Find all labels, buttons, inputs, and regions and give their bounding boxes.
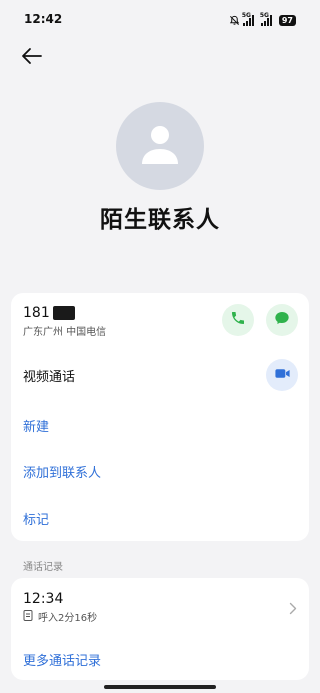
signal-icon: 5G: [241, 12, 254, 26]
signal-icon: 5G: [259, 12, 272, 26]
contact-card: 181 广东广州 中国电信 视频通话 新建 添加到联系人 标记: [11, 293, 309, 541]
call-log-duration: 呼入2分16秒: [38, 613, 98, 624]
video-call-label: 视频通话: [23, 370, 76, 385]
new-contact-link[interactable]: 新建: [23, 416, 49, 435]
phone-number[interactable]: 181: [23, 305, 75, 321]
arrow-left-icon: [20, 48, 44, 72]
add-to-contact-link[interactable]: 添加到联系人: [23, 462, 101, 481]
phone-icon: [230, 310, 246, 330]
contact-name: 陌生联系人: [100, 207, 220, 233]
call-button[interactable]: [222, 304, 254, 336]
more-call-logs-link[interactable]: 更多通话记录: [23, 650, 101, 669]
phone-number-text: 181: [23, 305, 50, 321]
redacted-digits: [52, 306, 75, 320]
sim1-network-tag: 5G: [241, 12, 251, 19]
call-log-card: 12:34 呼入2分16秒 更多通话记录: [11, 578, 309, 680]
status-bar: 12:42 5G 5G 97: [0, 0, 320, 38]
call-log-time: 12:34: [23, 591, 64, 607]
avatar: [116, 102, 204, 190]
video-call-button[interactable]: [266, 359, 298, 391]
message-button[interactable]: [266, 304, 298, 336]
sim2-network-tag: 5G: [259, 12, 269, 19]
message-icon: [274, 310, 290, 330]
mark-number-link[interactable]: 标记: [23, 509, 49, 528]
person-icon: [136, 120, 184, 172]
bell-muted-icon: [229, 11, 240, 30]
status-icons: 5G 5G 97: [229, 11, 296, 30]
status-time: 12:42: [24, 12, 63, 26]
phone-location: 广东广州 中国电信: [23, 327, 107, 338]
call-log-detail: 呼入2分16秒: [23, 609, 97, 624]
home-indicator[interactable]: [104, 685, 216, 689]
video-camera-icon: [274, 365, 291, 386]
chevron-right-icon[interactable]: [289, 600, 297, 619]
call-log-section-title: 通话记录: [23, 562, 63, 573]
battery-icon: 97: [278, 15, 296, 26]
back-button[interactable]: [20, 44, 44, 68]
call-incoming-icon: [23, 609, 33, 624]
